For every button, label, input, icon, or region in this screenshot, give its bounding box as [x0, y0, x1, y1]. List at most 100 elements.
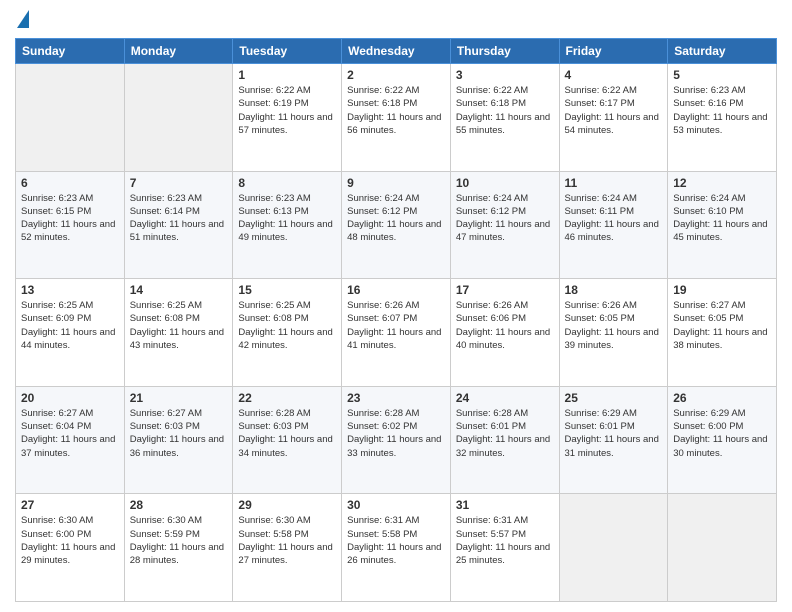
day-number: 19 — [673, 283, 771, 297]
calendar-cell: 6 Sunrise: 6:23 AMSunset: 6:15 PMDaylight… — [16, 171, 125, 279]
day-info: Sunrise: 6:29 AMSunset: 6:01 PMDaylight:… — [565, 407, 663, 460]
calendar-cell: 19 Sunrise: 6:27 AMSunset: 6:05 PMDayligh… — [668, 279, 777, 387]
calendar-cell: 10 Sunrise: 6:24 AMSunset: 6:12 PMDayligh… — [450, 171, 559, 279]
calendar-cell: 28Sunrise: 6:30 AMSunset: 5:59 PMDayligh… — [124, 494, 233, 602]
day-number: 14 — [130, 283, 228, 297]
header — [15, 10, 777, 30]
calendar-week-row: 13 Sunrise: 6:25 AMSunset: 6:09 PMDayligh… — [16, 279, 777, 387]
weekday-header-saturday: Saturday — [668, 39, 777, 64]
day-number: 27 — [21, 498, 119, 512]
calendar-week-row: 27 Sunrise: 6:30 AMSunset: 6:00 PMDayligh… — [16, 494, 777, 602]
day-number: 26 — [673, 391, 771, 405]
calendar-cell — [559, 494, 668, 602]
day-number: 23 — [347, 391, 445, 405]
page: SundayMondayTuesdayWednesdayThursdayFrid… — [0, 0, 792, 612]
weekday-header-wednesday: Wednesday — [342, 39, 451, 64]
day-info: Sunrise: 6:28 AMSunset: 6:03 PMDaylight:… — [238, 407, 336, 460]
day-info: Sunrise: 6:24 AMSunset: 6:10 PMDaylight:… — [673, 192, 771, 245]
day-number: 13 — [21, 283, 119, 297]
day-number: 12 — [673, 176, 771, 190]
day-info: Sunrise: 6:30 AMSunset: 5:58 PMDaylight:… — [238, 514, 336, 567]
calendar-cell: 2 Sunrise: 6:22 AMSunset: 6:18 PMDaylight… — [342, 64, 451, 172]
calendar-cell: 8 Sunrise: 6:23 AMSunset: 6:13 PMDaylight… — [233, 171, 342, 279]
day-number: 21 — [130, 391, 228, 405]
day-number: 18 — [565, 283, 663, 297]
day-info: Sunrise: 6:24 AMSunset: 6:12 PMDaylight:… — [456, 192, 554, 245]
calendar-cell: 11 Sunrise: 6:24 AMSunset: 6:11 PMDayligh… — [559, 171, 668, 279]
calendar-cell: 23 Sunrise: 6:28 AMSunset: 6:02 PMDayligh… — [342, 386, 451, 494]
day-number: 6 — [21, 176, 119, 190]
day-number: 7 — [130, 176, 228, 190]
calendar-cell — [124, 64, 233, 172]
day-info: Sunrise: 6:22 AMSunset: 6:17 PMDaylight:… — [565, 84, 663, 137]
day-info: Sunrise: 6:25 AMSunset: 6:08 PMDaylight:… — [130, 299, 228, 352]
calendar-cell: 20Sunrise: 6:27 AMSunset: 6:04 PMDayligh… — [16, 386, 125, 494]
calendar-cell: 29 Sunrise: 6:30 AMSunset: 5:58 PMDayligh… — [233, 494, 342, 602]
calendar-cell: 18 Sunrise: 6:26 AMSunset: 6:05 PMDayligh… — [559, 279, 668, 387]
calendar-cell: 16 Sunrise: 6:26 AMSunset: 6:07 PMDayligh… — [342, 279, 451, 387]
calendar-cell: 27 Sunrise: 6:30 AMSunset: 6:00 PMDayligh… — [16, 494, 125, 602]
day-info: Sunrise: 6:23 AMSunset: 6:16 PMDaylight:… — [673, 84, 771, 137]
day-number: 24 — [456, 391, 554, 405]
calendar-cell: 14 Sunrise: 6:25 AMSunset: 6:08 PMDayligh… — [124, 279, 233, 387]
day-info: Sunrise: 6:24 AMSunset: 6:11 PMDaylight:… — [565, 192, 663, 245]
calendar-cell: 25Sunrise: 6:29 AMSunset: 6:01 PMDayligh… — [559, 386, 668, 494]
calendar-cell: 15 Sunrise: 6:25 AMSunset: 6:08 PMDayligh… — [233, 279, 342, 387]
calendar-cell: 4Sunrise: 6:22 AMSunset: 6:17 PMDaylight… — [559, 64, 668, 172]
calendar-cell: 22 Sunrise: 6:28 AMSunset: 6:03 PMDayligh… — [233, 386, 342, 494]
calendar-cell: 17 Sunrise: 6:26 AMSunset: 6:06 PMDayligh… — [450, 279, 559, 387]
day-info: Sunrise: 6:22 AMSunset: 6:18 PMDaylight:… — [347, 84, 445, 137]
day-info: Sunrise: 6:23 AMSunset: 6:15 PMDaylight:… — [21, 192, 119, 245]
day-number: 22 — [238, 391, 336, 405]
day-info: Sunrise: 6:27 AMSunset: 6:05 PMDaylight:… — [673, 299, 771, 352]
day-number: 31 — [456, 498, 554, 512]
calendar-cell — [668, 494, 777, 602]
day-number: 15 — [238, 283, 336, 297]
weekday-header-row: SundayMondayTuesdayWednesdayThursdayFrid… — [16, 39, 777, 64]
calendar-cell: 12 Sunrise: 6:24 AMSunset: 6:10 PMDayligh… — [668, 171, 777, 279]
day-info: Sunrise: 6:30 AMSunset: 6:00 PMDaylight:… — [21, 514, 119, 567]
day-number: 8 — [238, 176, 336, 190]
weekday-header-sunday: Sunday — [16, 39, 125, 64]
day-info: Sunrise: 6:26 AMSunset: 6:06 PMDaylight:… — [456, 299, 554, 352]
day-info: Sunrise: 6:26 AMSunset: 6:07 PMDaylight:… — [347, 299, 445, 352]
calendar-cell: 1Sunrise: 6:22 AMSunset: 6:19 PMDaylight… — [233, 64, 342, 172]
day-info: Sunrise: 6:25 AMSunset: 6:08 PMDaylight:… — [238, 299, 336, 352]
day-info: Sunrise: 6:31 AMSunset: 5:57 PMDaylight:… — [456, 514, 554, 567]
calendar-week-row: 20Sunrise: 6:27 AMSunset: 6:04 PMDayligh… — [16, 386, 777, 494]
calendar-cell: 21Sunrise: 6:27 AMSunset: 6:03 PMDayligh… — [124, 386, 233, 494]
day-info: Sunrise: 6:23 AMSunset: 6:13 PMDaylight:… — [238, 192, 336, 245]
calendar-cell: 7Sunrise: 6:23 AMSunset: 6:14 PMDaylight… — [124, 171, 233, 279]
calendar-cell: 5 Sunrise: 6:23 AMSunset: 6:16 PMDaylight… — [668, 64, 777, 172]
day-info: Sunrise: 6:22 AMSunset: 6:18 PMDaylight:… — [456, 84, 554, 137]
day-info: Sunrise: 6:26 AMSunset: 6:05 PMDaylight:… — [565, 299, 663, 352]
calendar-week-row: 1Sunrise: 6:22 AMSunset: 6:19 PMDaylight… — [16, 64, 777, 172]
day-number: 5 — [673, 68, 771, 82]
calendar-table: SundayMondayTuesdayWednesdayThursdayFrid… — [15, 38, 777, 602]
weekday-header-friday: Friday — [559, 39, 668, 64]
day-number: 2 — [347, 68, 445, 82]
day-info: Sunrise: 6:22 AMSunset: 6:19 PMDaylight:… — [238, 84, 336, 137]
day-number: 20 — [21, 391, 119, 405]
calendar-cell: 31 Sunrise: 6:31 AMSunset: 5:57 PMDayligh… — [450, 494, 559, 602]
day-number: 29 — [238, 498, 336, 512]
day-info: Sunrise: 6:28 AMSunset: 6:01 PMDaylight:… — [456, 407, 554, 460]
day-info: Sunrise: 6:24 AMSunset: 6:12 PMDaylight:… — [347, 192, 445, 245]
day-info: Sunrise: 6:31 AMSunset: 5:58 PMDaylight:… — [347, 514, 445, 567]
day-info: Sunrise: 6:25 AMSunset: 6:09 PMDaylight:… — [21, 299, 119, 352]
day-number: 11 — [565, 176, 663, 190]
calendar-cell: 9Sunrise: 6:24 AMSunset: 6:12 PMDaylight… — [342, 171, 451, 279]
day-number: 16 — [347, 283, 445, 297]
day-number: 3 — [456, 68, 554, 82]
day-number: 10 — [456, 176, 554, 190]
day-info: Sunrise: 6:29 AMSunset: 6:00 PMDaylight:… — [673, 407, 771, 460]
calendar-cell: 24 Sunrise: 6:28 AMSunset: 6:01 PMDayligh… — [450, 386, 559, 494]
weekday-header-thursday: Thursday — [450, 39, 559, 64]
day-info: Sunrise: 6:28 AMSunset: 6:02 PMDaylight:… — [347, 407, 445, 460]
day-number: 17 — [456, 283, 554, 297]
day-number: 30 — [347, 498, 445, 512]
calendar-cell: 26 Sunrise: 6:29 AMSunset: 6:00 PMDayligh… — [668, 386, 777, 494]
calendar-cell: 13 Sunrise: 6:25 AMSunset: 6:09 PMDayligh… — [16, 279, 125, 387]
weekday-header-monday: Monday — [124, 39, 233, 64]
calendar-cell — [16, 64, 125, 172]
